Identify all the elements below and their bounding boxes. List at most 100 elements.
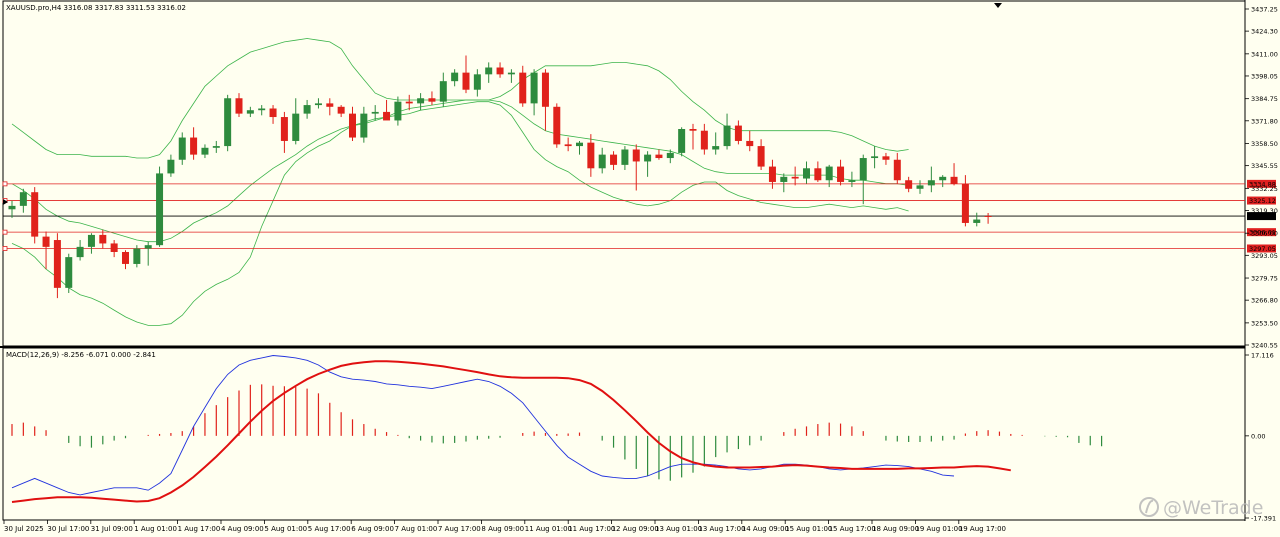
candle-body <box>598 154 606 169</box>
level-anchor-icon <box>2 229 8 235</box>
candle-body <box>19 192 27 206</box>
time-tick-label: 18 Aug 09:00 <box>872 525 919 533</box>
level-price-label: 3325.12 <box>1249 197 1276 205</box>
candle-body <box>258 108 266 111</box>
candle-body <box>655 154 663 159</box>
candle-body <box>383 111 391 121</box>
candle-body <box>621 149 629 165</box>
candle-body <box>950 176 958 184</box>
candle-body <box>961 183 969 223</box>
chart-background <box>0 0 1280 537</box>
time-tick-label: 7 Aug 01:00 <box>395 525 438 533</box>
candle-body <box>110 243 118 252</box>
candle-body <box>190 137 198 155</box>
time-tick-label: 15 Aug 17:00 <box>829 525 876 533</box>
price-tick-label: 3332.25 <box>1251 185 1278 193</box>
candle-body <box>269 108 277 118</box>
candle-body <box>519 72 527 104</box>
candle-body <box>485 67 493 75</box>
candle-body <box>803 168 810 179</box>
candle-body <box>712 146 720 150</box>
candle-body <box>65 257 73 288</box>
level-anchor-icon <box>2 181 8 187</box>
time-tick-label: 12 Aug 09:00 <box>612 525 659 533</box>
candle-body <box>8 205 16 210</box>
candle-body <box>156 173 164 246</box>
candle-body <box>893 159 901 181</box>
candle-body <box>905 180 913 189</box>
candle-body <box>541 72 549 107</box>
price-tick-label: 3358.50 <box>1251 140 1278 148</box>
candle-body <box>678 129 686 153</box>
candle-body <box>201 147 209 155</box>
candle-body <box>825 166 833 181</box>
candle-body <box>235 98 243 114</box>
candle-body <box>428 98 436 102</box>
symbol-info: XAUUSD.pro,H4 3316.08 3317.83 3311.53 33… <box>6 4 186 12</box>
candle-body <box>689 129 697 131</box>
candle-body <box>122 251 129 264</box>
candle-body <box>780 176 788 182</box>
candle-body <box>939 176 947 181</box>
candle-body <box>848 180 856 182</box>
candle-body <box>757 146 765 167</box>
candle-body <box>167 159 175 174</box>
time-tick-label: 30 Jul 17:00 <box>47 525 89 533</box>
time-tick-label: 19 Aug 01:00 <box>915 525 962 533</box>
price-tick-label: 3253.50 <box>1251 319 1278 327</box>
candle-body <box>326 103 334 107</box>
price-tick-label: 3424.30 <box>1251 28 1278 36</box>
candle-body <box>337 106 345 114</box>
price-tick-label: 3398.05 <box>1251 72 1278 80</box>
candle-body <box>553 106 561 145</box>
price-tick-label: 3411.00 <box>1251 50 1278 58</box>
time-tick-label: 1 Aug 17:00 <box>178 525 221 533</box>
price-tick-label: 3319.30 <box>1251 207 1278 215</box>
candle-body <box>700 130 708 150</box>
macd-tick-label: 0.00 <box>1251 432 1265 440</box>
candle-body <box>859 158 867 181</box>
candle-body <box>644 154 652 162</box>
time-tick-label: 13 Aug 17:00 <box>698 525 745 533</box>
candle-body <box>462 72 470 90</box>
candle-body <box>31 192 39 237</box>
price-tick-label: 3279.75 <box>1251 275 1278 283</box>
candle-body <box>405 101 413 104</box>
price-tick-label: 3371.80 <box>1251 117 1278 125</box>
level-anchor-icon <box>2 246 8 251</box>
candle-body <box>87 234 95 247</box>
candle-body <box>984 215 992 217</box>
time-tick-label: 5 Aug 01:00 <box>264 525 307 533</box>
candle-body <box>314 103 322 106</box>
time-tick-label: 4 Aug 09:00 <box>221 525 264 533</box>
price-tick-label: 3345.55 <box>1251 162 1278 170</box>
candle-body <box>451 72 459 82</box>
price-tick-label: 3437.25 <box>1251 6 1278 14</box>
candle-body <box>927 180 935 186</box>
trading-chart[interactable]: 3334.883325.123306.613297.053316.02 17.1… <box>0 0 1280 537</box>
time-tick-label: 14 Aug 09:00 <box>742 525 789 533</box>
candle-body <box>587 142 595 169</box>
time-tick-label: 31 Jul 09:00 <box>91 525 133 533</box>
candle-body <box>360 113 368 138</box>
time-tick-label: 7 Aug 17:00 <box>438 525 481 533</box>
candle-body <box>224 98 232 147</box>
candle-body <box>882 156 890 160</box>
candle-body <box>473 74 481 90</box>
price-tick-label: 3306.00 <box>1251 230 1278 238</box>
time-tick-label: 8 Aug 09:00 <box>481 525 524 533</box>
candle-body <box>791 176 799 179</box>
candle-body <box>973 219 981 223</box>
candle-body <box>178 137 186 160</box>
candle-body <box>439 81 447 102</box>
candle-body <box>814 168 822 181</box>
price-tick-label: 3266.80 <box>1251 297 1278 305</box>
price-tick-label: 3240.55 <box>1251 342 1278 350</box>
candle-body <box>144 245 152 249</box>
candle-body <box>564 144 572 147</box>
candle-body <box>292 113 300 141</box>
candle-body <box>496 67 504 75</box>
candle-body <box>632 149 640 162</box>
time-tick-label: 11 Aug 17:00 <box>568 525 615 533</box>
candle-body <box>394 101 402 121</box>
